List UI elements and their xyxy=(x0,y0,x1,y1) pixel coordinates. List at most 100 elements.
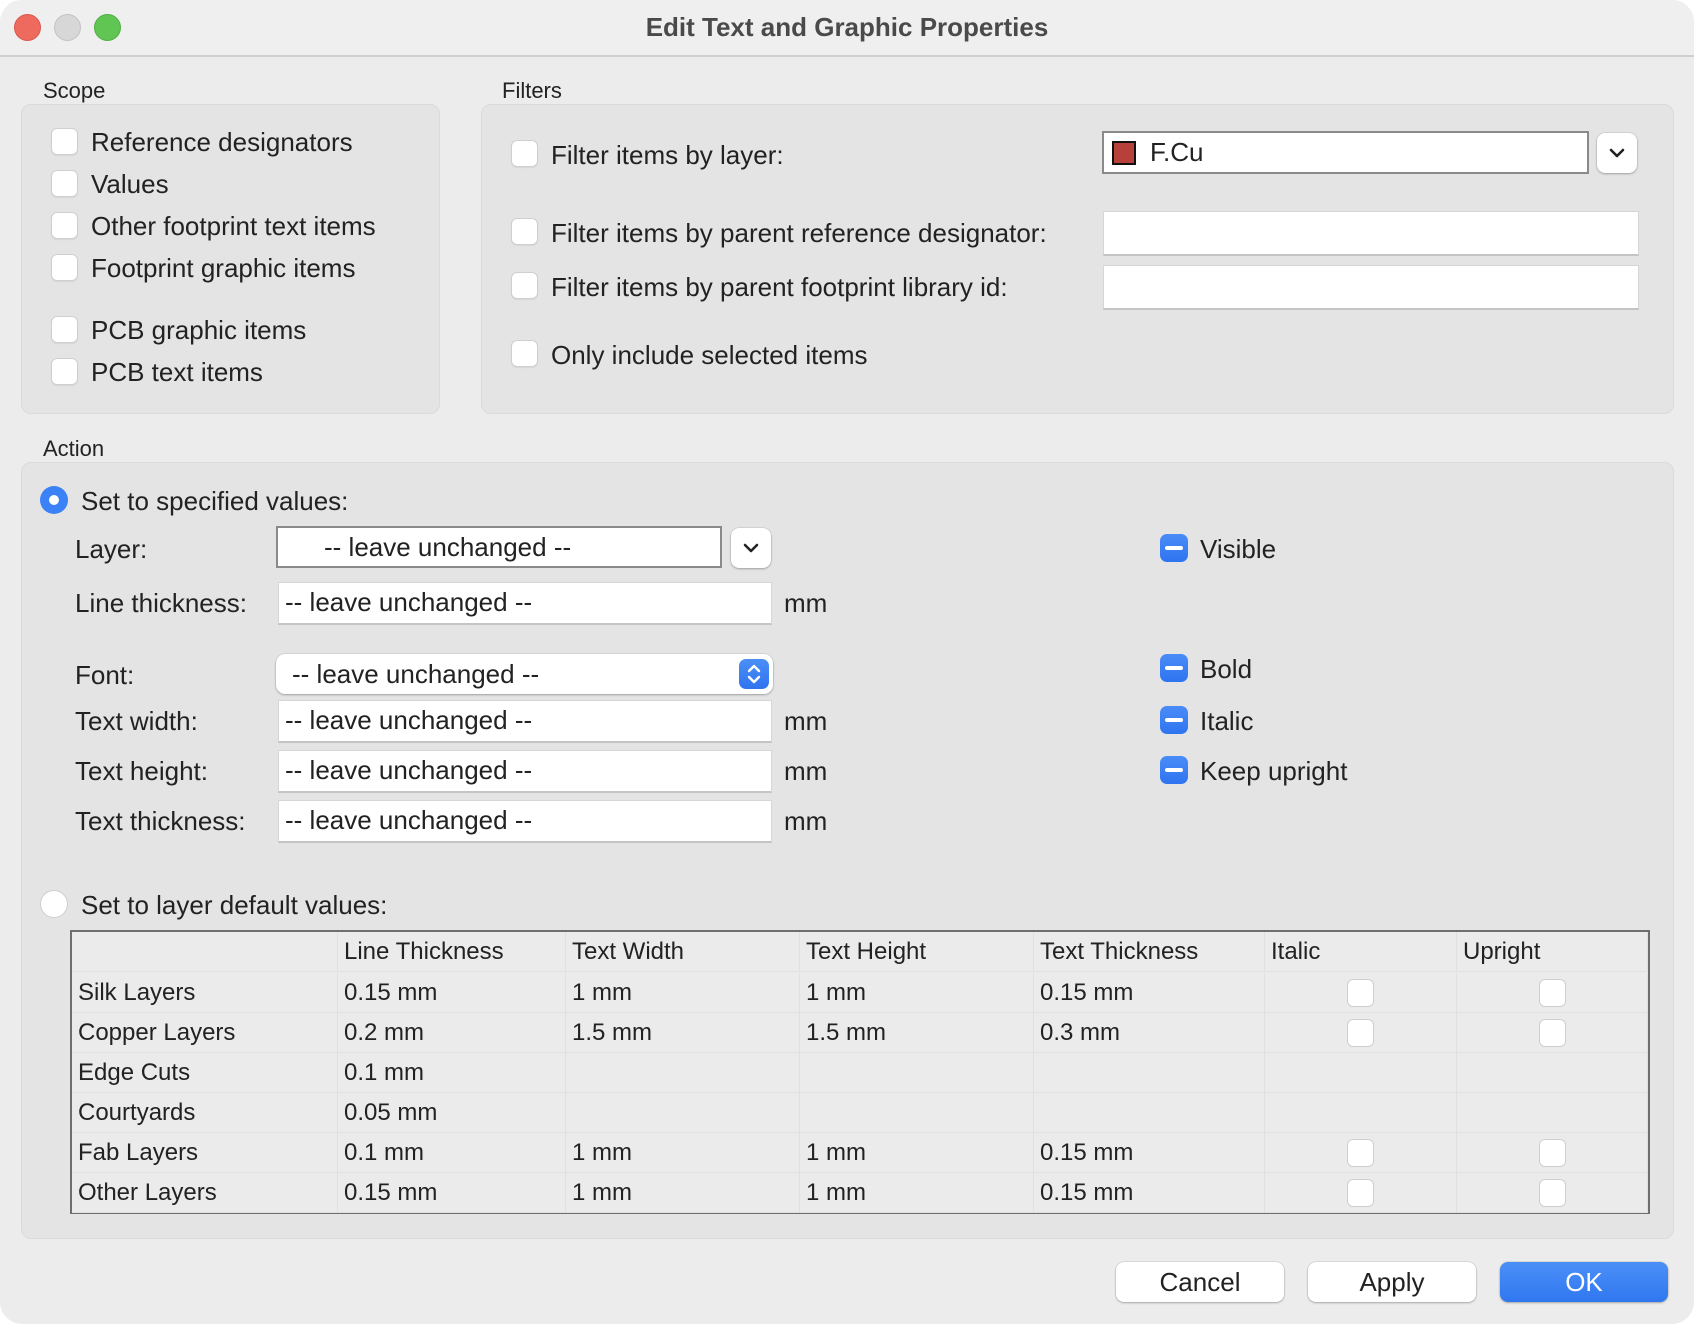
table-cell[interactable]: 1 mm xyxy=(800,1133,1034,1173)
title-bar: Edit Text and Graphic Properties xyxy=(0,0,1694,57)
table-cell[interactable] xyxy=(800,1053,1034,1093)
reference-designator-input[interactable] xyxy=(1103,211,1639,256)
table-cell[interactable]: 0.15 mm xyxy=(338,973,566,1013)
set-layer-defaults-label: Set to layer default values: xyxy=(81,890,388,920)
upright-cell xyxy=(1457,1013,1648,1053)
upright-cell xyxy=(1457,1053,1648,1093)
table-cell[interactable]: 1.5 mm xyxy=(800,1013,1034,1053)
upright-checkbox[interactable] xyxy=(1539,1139,1566,1167)
text-height-label: Text height: xyxy=(75,756,208,786)
up-down-arrows-icon xyxy=(739,659,769,689)
keep-upright-label: Keep upright xyxy=(1200,756,1348,786)
table-cell[interactable]: 1 mm xyxy=(800,1173,1034,1213)
visible-checkbox[interactable] xyxy=(1160,534,1188,562)
filter-by-reference-label: Filter items by parent reference designa… xyxy=(551,218,1047,248)
table-cell[interactable]: 0.15 mm xyxy=(1034,973,1265,1013)
filter-layer-combo[interactable]: F.Cu xyxy=(1102,131,1589,174)
reference-designators-checkbox[interactable] xyxy=(51,128,78,155)
column-header xyxy=(72,932,338,972)
table-cell[interactable] xyxy=(566,1093,800,1133)
pcb-text-items-checkbox[interactable] xyxy=(51,358,78,385)
column-header: Text Width xyxy=(566,932,800,972)
text-height-input[interactable]: -- leave unchanged -- xyxy=(278,750,772,793)
keep-upright-checkbox[interactable] xyxy=(1160,756,1188,784)
text-height-unit: mm xyxy=(784,756,828,786)
column-header: Line Thickness xyxy=(338,932,566,972)
scope-group-label: Scope xyxy=(43,78,106,103)
table-cell[interactable]: 1 mm xyxy=(566,1173,800,1213)
other-footprint-text-items-checkbox[interactable] xyxy=(51,212,78,239)
font-select[interactable]: -- leave unchanged -- xyxy=(276,654,773,694)
table-cell[interactable]: 0.15 mm xyxy=(1034,1173,1265,1213)
table-cell[interactable]: 1 mm xyxy=(800,973,1034,1013)
text-width-input[interactable]: -- leave unchanged -- xyxy=(278,700,772,743)
table-cell[interactable]: 0.15 mm xyxy=(338,1173,566,1213)
bold-checkbox[interactable] xyxy=(1160,654,1188,682)
table-cell[interactable] xyxy=(566,1053,800,1093)
action-group-label: Action xyxy=(43,436,105,461)
italic-cell xyxy=(1265,1173,1457,1213)
layer-defaults-table: Line Thickness Text Width Text Height Text … xyxy=(70,930,1650,1214)
text-thickness-input[interactable]: -- leave unchanged -- xyxy=(278,800,772,843)
bold-label: Bold xyxy=(1200,654,1253,684)
layer-combo[interactable]: -- leave unchanged -- xyxy=(276,526,722,568)
italic-checkbox[interactable] xyxy=(1347,1019,1374,1047)
filter-by-layer-label: Filter items by layer: xyxy=(551,140,784,170)
table-cell[interactable]: 0.15 mm xyxy=(1034,1133,1265,1173)
table-cell[interactable]: 0.3 mm xyxy=(1034,1013,1265,1053)
line-thickness-input[interactable]: -- leave unchanged -- xyxy=(278,582,772,625)
upright-checkbox[interactable] xyxy=(1539,1019,1566,1047)
layer-label: Layer: xyxy=(75,534,148,564)
table-cell[interactable]: 0.2 mm xyxy=(338,1013,566,1053)
filter-by-reference-checkbox[interactable] xyxy=(511,218,538,245)
text-thickness-label: Text thickness: xyxy=(75,806,246,836)
ok-button[interactable]: OK xyxy=(1500,1262,1668,1302)
table-cell[interactable]: 0.1 mm xyxy=(338,1133,566,1173)
filters-group-label: Filters xyxy=(502,78,562,103)
table-cell[interactable] xyxy=(1034,1093,1265,1133)
italic-checkbox[interactable] xyxy=(1347,979,1374,1007)
italic-checkbox[interactable] xyxy=(1160,706,1188,734)
filter-by-library-id-checkbox[interactable] xyxy=(511,272,538,299)
table-row: Silk Layers 0.15 mm 1 mm 1 mm 0.15 mm xyxy=(72,973,1648,1013)
filter-by-layer-checkbox[interactable] xyxy=(511,140,538,167)
row-label: Edge Cuts xyxy=(72,1053,338,1093)
set-layer-defaults-radio[interactable] xyxy=(40,890,68,918)
dialog-window: Edit Text and Graphic Properties Scope R… xyxy=(0,0,1694,1324)
table-row: Edge Cuts 0.1 mm xyxy=(72,1053,1648,1093)
table-cell[interactable]: 1 mm xyxy=(566,973,800,1013)
pcb-graphic-items-checkbox[interactable] xyxy=(51,316,78,343)
upright-cell xyxy=(1457,1173,1648,1213)
upright-checkbox[interactable] xyxy=(1539,1179,1566,1207)
footprint-library-id-input[interactable] xyxy=(1103,265,1639,310)
table-row: Courtyards 0.05 mm xyxy=(72,1093,1648,1133)
filter-layer-dropdown-button[interactable] xyxy=(1597,133,1637,173)
table-cell[interactable]: 0.1 mm xyxy=(338,1053,566,1093)
italic-checkbox[interactable] xyxy=(1347,1179,1374,1207)
table-row: Other Layers 0.15 mm 1 mm 1 mm 0.15 mm xyxy=(72,1173,1648,1213)
values-checkbox[interactable] xyxy=(51,170,78,197)
table-cell[interactable] xyxy=(800,1093,1034,1133)
table-cell[interactable]: 0.05 mm xyxy=(338,1093,566,1133)
apply-button[interactable]: Apply xyxy=(1308,1262,1476,1302)
column-header: Text Height xyxy=(800,932,1034,972)
table-cell[interactable]: 1.5 mm xyxy=(566,1013,800,1053)
text-thickness-unit: mm xyxy=(784,806,828,836)
set-specified-values-radio[interactable] xyxy=(40,486,68,514)
other-footprint-text-items-label: Other footprint text items xyxy=(91,211,376,241)
only-selected-checkbox[interactable] xyxy=(511,340,538,367)
chevron-down-icon xyxy=(743,543,759,553)
italic-checkbox[interactable] xyxy=(1347,1139,1374,1167)
column-header: Text Thickness xyxy=(1034,932,1265,972)
values-label: Values xyxy=(91,169,169,199)
text-width-unit: mm xyxy=(784,706,828,736)
italic-cell xyxy=(1265,1013,1457,1053)
layer-dropdown-button[interactable] xyxy=(731,528,771,568)
upright-checkbox[interactable] xyxy=(1539,979,1566,1007)
table-cell[interactable] xyxy=(1034,1053,1265,1093)
table-cell[interactable]: 1 mm xyxy=(566,1133,800,1173)
cancel-button[interactable]: Cancel xyxy=(1116,1262,1284,1302)
italic-cell xyxy=(1265,1093,1457,1133)
footprint-graphic-items-checkbox[interactable] xyxy=(51,254,78,281)
row-label: Fab Layers xyxy=(72,1133,338,1173)
